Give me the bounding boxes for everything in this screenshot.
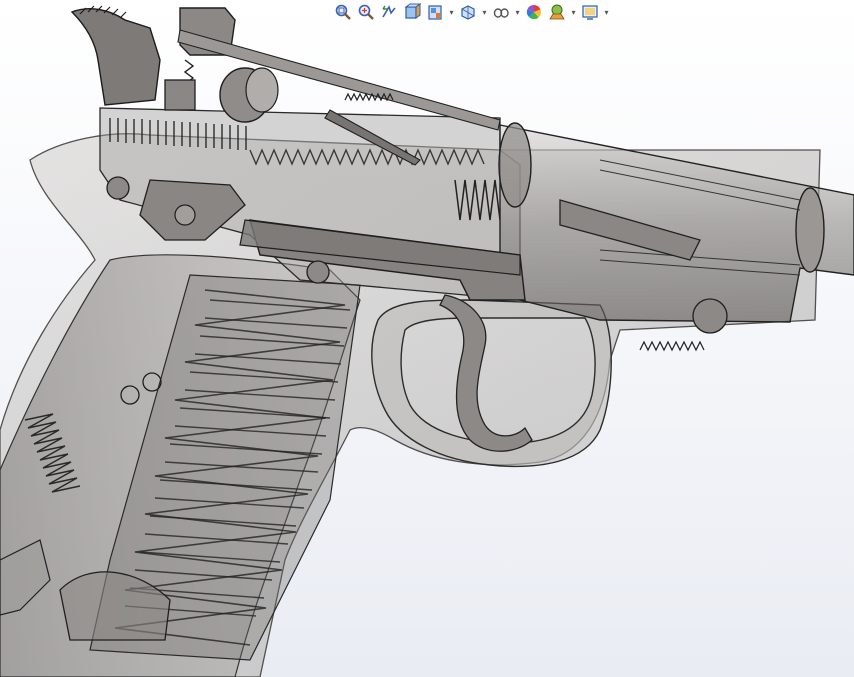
zoom-to-area-icon xyxy=(358,4,374,20)
hide-show-items-icon xyxy=(493,8,509,18)
view-orientation-button[interactable] xyxy=(424,1,446,23)
hide-show-items-button[interactable] xyxy=(490,1,512,23)
display-style-button[interactable] xyxy=(457,1,479,23)
barrel-breech-ring xyxy=(498,122,532,208)
zoom-to-area-button[interactable] xyxy=(355,1,377,23)
view-settings-icon xyxy=(582,5,598,20)
pistol-assembly-model[interactable] xyxy=(0,0,854,677)
hide-show-items-dropdown[interactable] xyxy=(513,1,522,23)
hammer-strut xyxy=(164,79,196,111)
view-settings-button[interactable] xyxy=(579,1,601,23)
previous-view-button[interactable] xyxy=(378,1,400,23)
front-spring xyxy=(639,340,705,352)
section-view-button[interactable] xyxy=(401,1,423,23)
display-style-icon xyxy=(461,5,475,20)
hammer xyxy=(70,8,161,106)
zoom-to-fit-icon xyxy=(335,4,351,20)
barrel-muzzle xyxy=(795,187,825,273)
view-settings-dropdown[interactable] xyxy=(602,1,611,23)
view-orientation-dropdown[interactable] xyxy=(447,1,456,23)
graphics-area[interactable] xyxy=(0,0,854,677)
view-orientation-icon xyxy=(428,5,442,20)
edit-appearance-icon xyxy=(526,4,542,20)
apply-scene-button[interactable] xyxy=(546,1,568,23)
pin-frame xyxy=(306,260,330,284)
pin-takedown xyxy=(692,298,728,334)
section-view-icon xyxy=(404,3,421,19)
pin-hammer xyxy=(106,176,130,200)
edit-appearance-button[interactable] xyxy=(523,1,545,23)
apply-scene-dropdown[interactable] xyxy=(569,1,578,23)
display-style-dropdown[interactable] xyxy=(480,1,489,23)
apply-scene-icon xyxy=(549,4,565,20)
previous-view-icon xyxy=(382,5,396,18)
heads-up-view-toolbar xyxy=(332,0,611,24)
zoom-to-fit-button[interactable] xyxy=(332,1,354,23)
